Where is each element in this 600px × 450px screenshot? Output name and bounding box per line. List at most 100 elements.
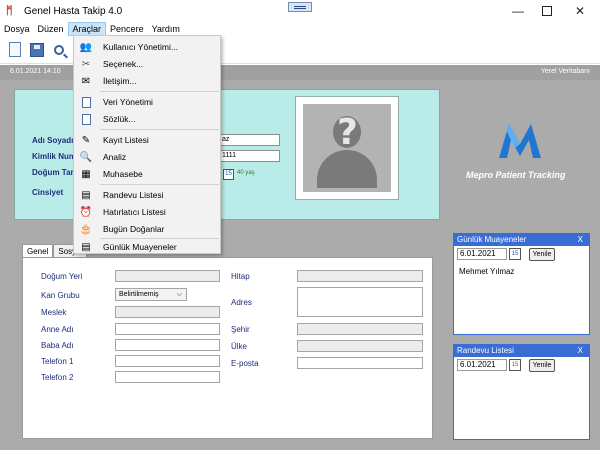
daily-exams-title: Günlük Muayeneler bbox=[457, 235, 527, 244]
accounting-icon: ▦ bbox=[81, 168, 91, 180]
menu-araclar[interactable]: Araçlar bbox=[67, 22, 107, 36]
menu-item-daily-exams-label: Günlük Muayeneler bbox=[103, 242, 177, 252]
logo-text: Mepro Patient Tracking bbox=[466, 170, 566, 180]
app-logo-icon: ᛗ bbox=[6, 5, 13, 17]
blood-group-select[interactable]: Belirtilmemiş ⌵ bbox=[115, 288, 187, 301]
tab-genel[interactable]: Genel bbox=[22, 244, 54, 258]
phone1-label: Telefon 1 bbox=[41, 357, 74, 366]
daily-calendar-icon[interactable]: 15 bbox=[509, 248, 521, 260]
daily-exams-close-button[interactable]: X bbox=[578, 234, 583, 246]
reminder-icon: ⏰ bbox=[79, 206, 93, 218]
name-input[interactable]: az bbox=[218, 134, 280, 146]
country-input[interactable] bbox=[297, 340, 423, 352]
daily-refresh-button[interactable]: Yenile bbox=[529, 248, 555, 261]
menu-item-records-label: Kayıt Listesi bbox=[103, 135, 149, 145]
appointment-refresh-button[interactable]: Yenile bbox=[529, 359, 555, 372]
appointment-title: Randevu Listesi bbox=[457, 346, 514, 355]
menu-item-options-label: Seçenek... bbox=[103, 59, 144, 69]
menu-item-daily-exams[interactable]: ▤ Günlük Muayeneler bbox=[74, 239, 220, 255]
new-document-icon bbox=[9, 42, 21, 57]
menu-item-analysis[interactable]: 🔍 Analiz bbox=[74, 149, 220, 165]
menu-item-records[interactable]: ✎ Kayıt Listesi bbox=[74, 132, 220, 148]
title-input[interactable] bbox=[297, 270, 423, 282]
calendar-icon[interactable]: 15 bbox=[223, 169, 234, 180]
edit-icon: ✎ bbox=[81, 134, 91, 146]
age-text: 40 yaş bbox=[237, 170, 255, 176]
magnifier-icon: 🔍 bbox=[79, 151, 93, 163]
phone2-label: Telefon 2 bbox=[41, 373, 74, 382]
birthplace-label: Doğum Yeri bbox=[41, 272, 83, 281]
brand-logo: Mepro Patient Tracking bbox=[462, 118, 582, 188]
blood-group-value: Belirtilmemiş bbox=[119, 291, 159, 298]
window-layout-icon[interactable] bbox=[288, 2, 312, 12]
menu-item-reminders-label: Hatırlatıcı Listesi bbox=[103, 207, 166, 217]
job-label: Meslek bbox=[41, 308, 67, 317]
menu-item-users[interactable]: 👥 Kullanıcı Yönetimi... bbox=[74, 39, 220, 55]
menu-item-accounting[interactable]: ▦ Muhasebe bbox=[74, 166, 220, 182]
new-document-button[interactable] bbox=[6, 40, 24, 60]
phone2-input[interactable] bbox=[115, 371, 220, 383]
menu-separator bbox=[100, 184, 219, 185]
menu-separator bbox=[100, 129, 219, 130]
father-name-label: Baba Adı bbox=[41, 341, 74, 350]
appointment-close-button[interactable]: X bbox=[578, 345, 583, 357]
menu-item-accounting-label: Muhasebe bbox=[103, 169, 143, 179]
search-icon bbox=[54, 44, 64, 55]
menu-item-appointments-label: Randevu Listesi bbox=[103, 190, 164, 200]
patient-photo[interactable]: ? bbox=[295, 96, 399, 200]
menu-item-contact[interactable]: ✉ İletişim... bbox=[74, 73, 220, 89]
email-input[interactable] bbox=[297, 357, 423, 369]
avatar-placeholder-icon: ? bbox=[303, 104, 391, 192]
address-input[interactable] bbox=[297, 287, 423, 317]
close-button[interactable]: ✕ bbox=[565, 0, 595, 22]
menu-pencere[interactable]: Pencere bbox=[106, 22, 148, 36]
daily-entry[interactable]: Mehmet Yılmaz bbox=[454, 267, 514, 276]
save-icon bbox=[30, 42, 44, 57]
city-input[interactable] bbox=[297, 323, 423, 335]
blood-group-label: Kan Grubu bbox=[41, 291, 80, 300]
appointment-date-input[interactable]: 6.01.2021 bbox=[457, 359, 507, 371]
dictionary-icon bbox=[80, 113, 92, 125]
menu-item-users-label: Kullanıcı Yönetimi... bbox=[103, 42, 178, 52]
father-name-input[interactable] bbox=[115, 339, 220, 351]
minimize-button[interactable]: — bbox=[503, 0, 533, 22]
menu-item-options[interactable]: ✂ Seçenek... bbox=[74, 56, 220, 72]
database-label: Yerel Veritabanı bbox=[540, 68, 590, 75]
contact-icon: ✉ bbox=[81, 75, 91, 87]
daily-exams-panel: Günlük Muayeneler X 6.01.2021 15 Yenile … bbox=[453, 233, 590, 335]
chevron-down-icon: ⌵ bbox=[176, 291, 182, 298]
daily-exams-icon: ▤ bbox=[81, 241, 91, 253]
menu-item-birthdays-label: Bugün Doğanlar bbox=[103, 224, 165, 234]
menu-item-data-management-label: Veri Yönetimi bbox=[103, 97, 153, 107]
id-input[interactable]: 1111 bbox=[218, 150, 280, 162]
appointment-calendar-icon[interactable]: 15 bbox=[509, 359, 521, 371]
menu-separator bbox=[100, 91, 219, 92]
menu-item-data-management[interactable]: Veri Yönetimi bbox=[74, 94, 220, 110]
menu-item-birthdays[interactable]: 🎂 Bugün Doğanlar bbox=[74, 221, 220, 237]
menu-dosya[interactable]: Dosya bbox=[0, 22, 34, 36]
tools-icon: ✂ bbox=[81, 58, 91, 70]
save-button[interactable] bbox=[28, 40, 46, 60]
phone1-input[interactable] bbox=[115, 355, 220, 367]
appointment-panel: Randevu Listesi X 6.01.2021 15 Yenile bbox=[453, 344, 590, 440]
mepro-logo-icon bbox=[499, 124, 541, 158]
menu-item-appointments[interactable]: ▤ Randevu Listesi bbox=[74, 187, 220, 203]
email-label: E-posta bbox=[231, 359, 259, 368]
daily-date-input[interactable]: 6.01.2021 bbox=[457, 248, 507, 260]
menu-duzen[interactable]: Düzen bbox=[34, 22, 68, 36]
menu-item-dictionary-label: Sözlük... bbox=[103, 114, 136, 124]
window-title: Genel Hasta Takip 4.0 bbox=[24, 5, 123, 17]
search-button[interactable] bbox=[50, 40, 68, 60]
maximize-button[interactable] bbox=[532, 0, 562, 22]
appointments-icon: ▤ bbox=[81, 189, 91, 201]
menu-item-reminders[interactable]: ⏰ Hatırlatıcı Listesi bbox=[74, 204, 220, 220]
menu-yardim[interactable]: Yardım bbox=[148, 22, 184, 36]
menu-item-dictionary[interactable]: Sözlük... bbox=[74, 111, 220, 127]
birthplace-input[interactable] bbox=[115, 270, 220, 282]
job-input[interactable] bbox=[115, 306, 220, 318]
tools-menu: 👥 Kullanıcı Yönetimi... ✂ Seçenek... ✉ İ… bbox=[73, 35, 221, 254]
daily-exams-header: Günlük Muayeneler X bbox=[454, 234, 589, 246]
mother-name-input[interactable] bbox=[115, 323, 220, 335]
menu-item-contact-label: İletişim... bbox=[103, 76, 137, 86]
city-label: Şehir bbox=[231, 325, 250, 334]
